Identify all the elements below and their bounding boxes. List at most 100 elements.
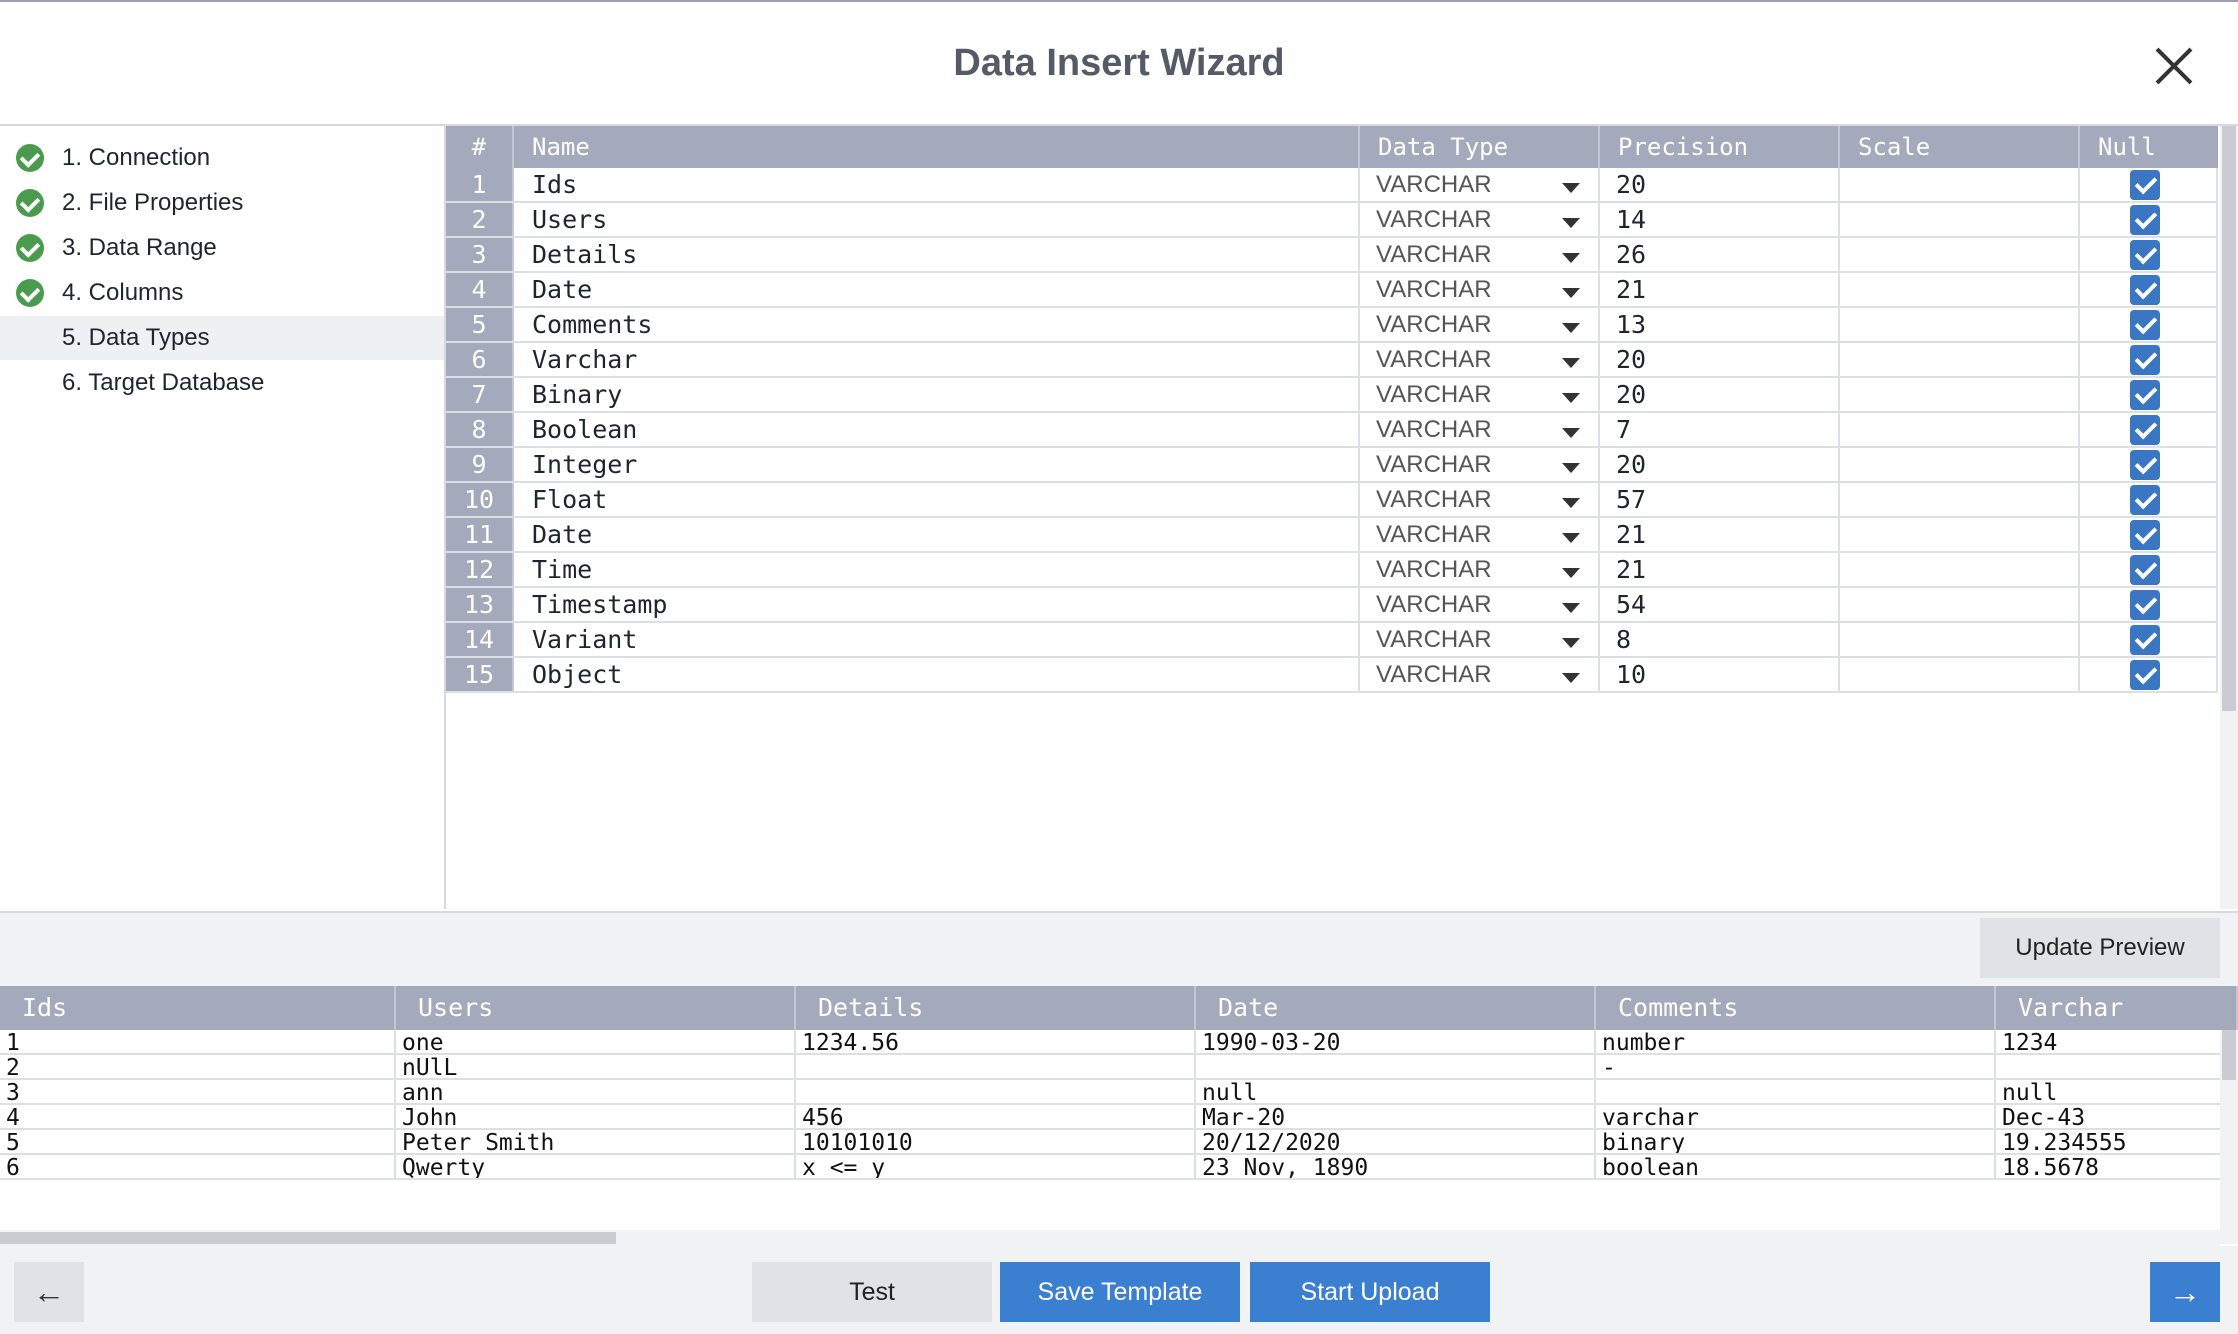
column-name-cell[interactable]: Object (514, 658, 1360, 691)
sidebar-step-1[interactable]: 1. Connection (0, 136, 444, 180)
column-name-cell[interactable]: Date (514, 518, 1360, 551)
scale-cell[interactable] (1840, 518, 2080, 551)
close-icon[interactable] (2154, 46, 2194, 86)
data-type-select[interactable]: VARCHAR (1360, 238, 1600, 271)
scale-cell[interactable] (1840, 343, 2080, 376)
null-checkbox[interactable] (2130, 590, 2160, 620)
dropdown-arrow-icon[interactable] (1562, 323, 1580, 333)
scale-cell[interactable] (1840, 378, 2080, 411)
precision-cell[interactable]: 13 (1600, 308, 1840, 341)
null-checkbox[interactable] (2130, 520, 2160, 550)
dropdown-arrow-icon[interactable] (1562, 253, 1580, 263)
precision-cell[interactable]: 20 (1600, 378, 1840, 411)
column-name-cell[interactable]: Varchar (514, 343, 1360, 376)
dropdown-arrow-icon[interactable] (1562, 568, 1580, 578)
scale-cell[interactable] (1840, 413, 2080, 446)
update-preview-button[interactable]: Update Preview (1980, 918, 2220, 978)
column-name-cell[interactable]: Time (514, 553, 1360, 586)
dropdown-arrow-icon[interactable] (1562, 498, 1580, 508)
data-type-select[interactable]: VARCHAR (1360, 413, 1600, 446)
column-name-cell[interactable]: Float (514, 483, 1360, 516)
dropdown-arrow-icon[interactable] (1562, 673, 1580, 683)
column-name-cell[interactable]: Boolean (514, 413, 1360, 446)
grid-scroll-thumb[interactable] (2222, 126, 2236, 711)
column-name-cell[interactable]: Users (514, 203, 1360, 236)
dropdown-arrow-icon[interactable] (1562, 183, 1580, 193)
scale-cell[interactable] (1840, 483, 2080, 516)
null-checkbox[interactable] (2130, 485, 2160, 515)
sidebar-step-4[interactable]: 4. Columns (0, 271, 444, 315)
dropdown-arrow-icon[interactable] (1562, 288, 1580, 298)
scale-cell[interactable] (1840, 623, 2080, 656)
grid-vertical-scrollbar[interactable] (2220, 126, 2238, 909)
precision-cell[interactable]: 20 (1600, 448, 1840, 481)
null-checkbox[interactable] (2130, 625, 2160, 655)
precision-cell[interactable]: 10 (1600, 658, 1840, 691)
preview-scroll-thumb[interactable] (2222, 1030, 2236, 1080)
null-checkbox[interactable] (2130, 170, 2160, 200)
column-name-cell[interactable]: Variant (514, 623, 1360, 656)
scale-cell[interactable] (1840, 203, 2080, 236)
data-type-select[interactable]: VARCHAR (1360, 378, 1600, 411)
column-name-cell[interactable]: Details (514, 238, 1360, 271)
test-button[interactable]: Test (752, 1262, 992, 1322)
dropdown-arrow-icon[interactable] (1562, 533, 1580, 543)
precision-cell[interactable]: 8 (1600, 623, 1840, 656)
null-checkbox[interactable] (2130, 345, 2160, 375)
precision-cell[interactable]: 14 (1600, 203, 1840, 236)
data-type-select[interactable]: VARCHAR (1360, 168, 1600, 201)
data-type-select[interactable]: VARCHAR (1360, 343, 1600, 376)
next-arrow-icon[interactable]: → (2150, 1262, 2220, 1322)
back-arrow-icon[interactable]: ← (14, 1262, 84, 1322)
null-checkbox[interactable] (2130, 310, 2160, 340)
scale-cell[interactable] (1840, 588, 2080, 621)
precision-cell[interactable]: 20 (1600, 343, 1840, 376)
column-name-cell[interactable]: Binary (514, 378, 1360, 411)
precision-cell[interactable]: 26 (1600, 238, 1840, 271)
precision-cell[interactable]: 57 (1600, 483, 1840, 516)
preview-vertical-scrollbar[interactable] (2220, 1030, 2238, 1244)
column-name-cell[interactable]: Integer (514, 448, 1360, 481)
scale-cell[interactable] (1840, 238, 2080, 271)
start-upload-button[interactable]: Start Upload (1250, 1262, 1490, 1322)
data-type-select[interactable]: VARCHAR (1360, 588, 1600, 621)
precision-cell[interactable]: 21 (1600, 553, 1840, 586)
data-type-select[interactable]: VARCHAR (1360, 658, 1600, 691)
scale-cell[interactable] (1840, 448, 2080, 481)
dropdown-arrow-icon[interactable] (1562, 428, 1580, 438)
dropdown-arrow-icon[interactable] (1562, 218, 1580, 228)
data-type-select[interactable]: VARCHAR (1360, 448, 1600, 481)
scale-cell[interactable] (1840, 658, 2080, 691)
data-type-select[interactable]: VARCHAR (1360, 308, 1600, 341)
precision-cell[interactable]: 7 (1600, 413, 1840, 446)
dropdown-arrow-icon[interactable] (1562, 603, 1580, 613)
data-type-select[interactable]: VARCHAR (1360, 518, 1600, 551)
precision-cell[interactable]: 20 (1600, 168, 1840, 201)
null-checkbox[interactable] (2130, 275, 2160, 305)
null-checkbox[interactable] (2130, 380, 2160, 410)
precision-cell[interactable]: 54 (1600, 588, 1840, 621)
dropdown-arrow-icon[interactable] (1562, 638, 1580, 648)
sidebar-step-2[interactable]: 2. File Properties (0, 181, 444, 225)
column-name-cell[interactable]: Comments (514, 308, 1360, 341)
scale-cell[interactable] (1840, 168, 2080, 201)
scale-cell[interactable] (1840, 308, 2080, 341)
scale-cell[interactable] (1840, 273, 2080, 306)
column-name-cell[interactable]: Ids (514, 168, 1360, 201)
null-checkbox[interactable] (2130, 555, 2160, 585)
save-template-button[interactable]: Save Template (1000, 1262, 1240, 1322)
null-checkbox[interactable] (2130, 205, 2160, 235)
column-name-cell[interactable]: Timestamp (514, 588, 1360, 621)
data-type-select[interactable]: VARCHAR (1360, 203, 1600, 236)
data-type-select[interactable]: VARCHAR (1360, 553, 1600, 586)
scale-cell[interactable] (1840, 553, 2080, 586)
precision-cell[interactable]: 21 (1600, 273, 1840, 306)
precision-cell[interactable]: 21 (1600, 518, 1840, 551)
null-checkbox[interactable] (2130, 660, 2160, 690)
preview-hscroll-thumb[interactable] (0, 1232, 616, 1244)
dropdown-arrow-icon[interactable] (1562, 358, 1580, 368)
sidebar-step-5[interactable]: 5. Data Types (0, 316, 444, 360)
null-checkbox[interactable] (2130, 415, 2160, 445)
dropdown-arrow-icon[interactable] (1562, 393, 1580, 403)
column-name-cell[interactable]: Date (514, 273, 1360, 306)
